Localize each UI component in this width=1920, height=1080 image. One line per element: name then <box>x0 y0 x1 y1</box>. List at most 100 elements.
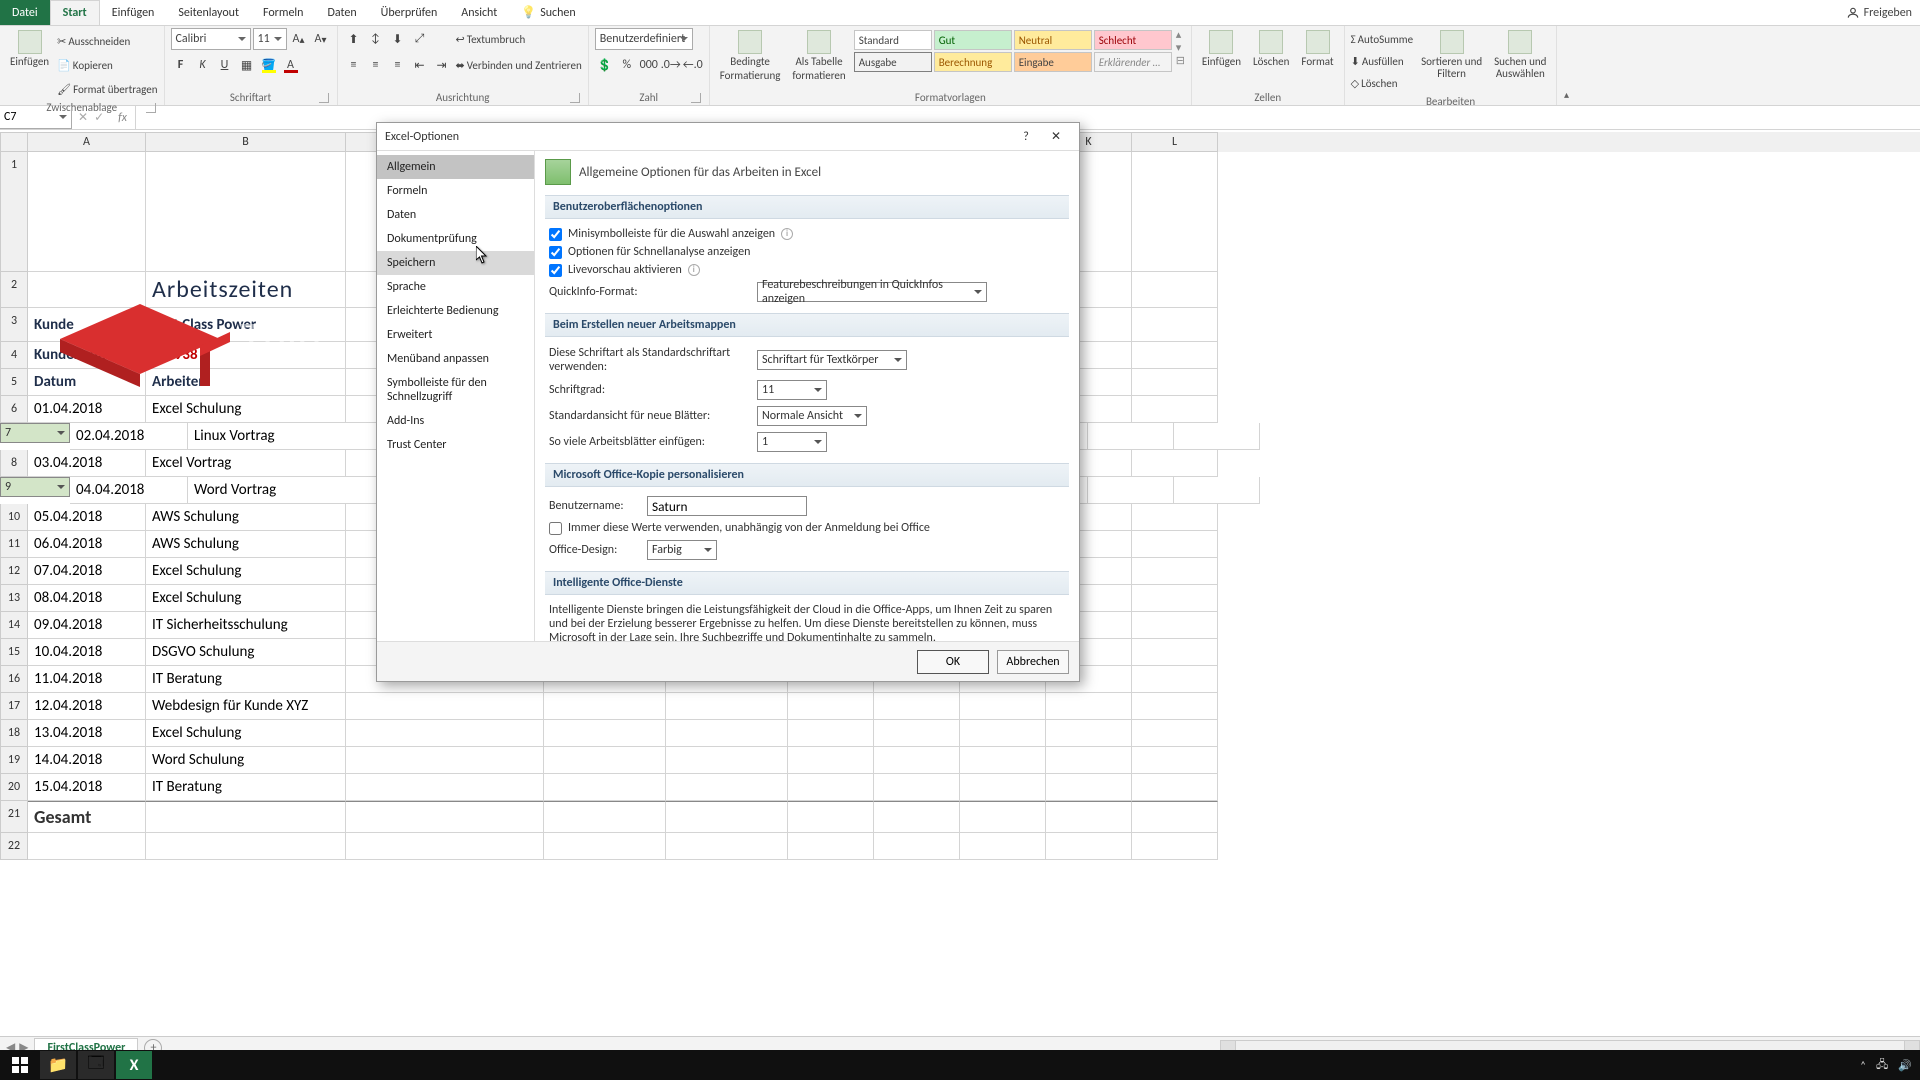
cond-format-button[interactable]: BedingteFormatierung <box>716 28 785 84</box>
system-tray[interactable]: ˄ 🖧 🔊 <box>1860 1056 1918 1075</box>
start-button[interactable] <box>2 1051 38 1079</box>
italic-button[interactable]: K <box>193 55 213 75</box>
col-A[interactable]: A <box>28 132 146 152</box>
cell[interactable] <box>544 833 666 860</box>
copy-button[interactable]: 📄 Kopieren <box>57 54 157 76</box>
options-category-item[interactable]: Sprache <box>377 275 534 299</box>
cb-lp-label[interactable]: Livevorschau aktivieren <box>568 263 682 277</box>
fill-color-button[interactable]: 🪣 <box>259 55 279 75</box>
cell[interactable]: 11.04.2018 <box>28 666 146 693</box>
fill-button[interactable]: ⬇ Ausfüllen <box>1351 50 1413 72</box>
align-right-button[interactable]: ≡ <box>388 55 408 75</box>
cell[interactable] <box>544 774 666 801</box>
cell[interactable]: IT Beratung <box>146 774 346 801</box>
cb-always-label[interactable]: Immer diese Werte verwenden, unabhängig … <box>568 521 930 535</box>
merge-button[interactable]: ⬌ Verbinden und Zentrieren <box>456 54 582 76</box>
cb-livepreview[interactable] <box>549 264 562 277</box>
cell[interactable] <box>1088 477 1174 504</box>
delete-cells-button[interactable]: Löschen <box>1249 28 1293 70</box>
align-left-button[interactable]: ≡ <box>344 55 364 75</box>
cell[interactable]: Kundennummer <box>28 342 146 369</box>
cell[interactable] <box>346 774 544 801</box>
cell[interactable] <box>874 801 960 833</box>
cell-style-item[interactable]: Eingabe <box>1014 52 1092 72</box>
cell[interactable] <box>1046 693 1132 720</box>
cell[interactable] <box>874 693 960 720</box>
col-B[interactable]: B <box>146 132 346 152</box>
format-cells-button[interactable]: Format <box>1297 28 1337 70</box>
cell[interactable] <box>1132 747 1218 774</box>
dialog-titlebar[interactable]: Excel-Optionen ? ✕ <box>377 123 1079 151</box>
name-box[interactable]: C7 <box>0 106 72 129</box>
cell[interactable] <box>1174 477 1260 504</box>
find-select-button[interactable]: Suchen und Auswählen <box>1490 28 1550 82</box>
painter-button[interactable]: 🖌 Format übertragen <box>57 78 157 100</box>
cell[interactable] <box>1132 639 1218 666</box>
cell[interactable] <box>346 720 544 747</box>
default-font-select[interactable]: Schriftart für Textkörper <box>757 350 907 370</box>
cell[interactable] <box>960 720 1046 747</box>
cell[interactable] <box>1132 342 1218 369</box>
gallery-up-icon[interactable]: ▴ <box>1176 28 1185 41</box>
cell[interactable] <box>788 833 874 860</box>
ok-button[interactable]: OK <box>917 650 989 674</box>
options-category-item[interactable]: Dokumentprüfung <box>377 227 534 251</box>
underline-button[interactable]: U <box>215 55 235 75</box>
cell[interactable] <box>1132 585 1218 612</box>
options-category-item[interactable]: Formeln <box>377 179 534 203</box>
cell[interactable] <box>666 774 788 801</box>
cell[interactable] <box>788 747 874 774</box>
launcher-icon[interactable] <box>570 93 580 103</box>
tray-network-icon[interactable]: 🖧 <box>1876 1056 1888 1075</box>
cell[interactable] <box>1088 423 1174 450</box>
autosum-button[interactable]: Σ AutoSumme <box>1351 28 1413 50</box>
cell[interactable] <box>28 152 146 272</box>
shrink-font-button[interactable]: A▾ <box>311 29 331 49</box>
options-category-item[interactable]: Speichern <box>377 251 534 275</box>
cell[interactable]: Webdesign für Kunde XYZ <box>146 693 346 720</box>
options-category-item[interactable]: Erleichterte Bedienung <box>377 299 534 323</box>
cell[interactable] <box>874 747 960 774</box>
tray-sound-icon[interactable]: 🔊 <box>1898 1059 1912 1072</box>
cell[interactable]: 10.04.2018 <box>28 639 146 666</box>
cell[interactable] <box>1174 423 1260 450</box>
cell[interactable] <box>1132 612 1218 639</box>
cell[interactable] <box>1132 369 1218 396</box>
cell[interactable] <box>874 720 960 747</box>
cell[interactable] <box>28 272 146 308</box>
cut-button[interactable]: ✂ Ausschneiden <box>57 30 157 52</box>
cell[interactable]: Word Schulung <box>146 747 346 774</box>
cell[interactable]: Gesamt <box>28 801 146 833</box>
cell[interactable] <box>788 774 874 801</box>
cell[interactable]: IT Beratung <box>146 666 346 693</box>
wrap-button[interactable]: ↩ Textumbruch <box>456 28 582 50</box>
cell[interactable] <box>346 801 544 833</box>
cell-style-item[interactable]: Gut <box>934 30 1012 50</box>
cell[interactable]: 14.04.2018 <box>28 747 146 774</box>
sort-filter-button[interactable]: Sortieren und Filtern <box>1417 28 1486 82</box>
dec-decimal-button[interactable]: ←.0 <box>683 55 703 75</box>
quickinfo-select[interactable]: Featurebeschreibungen in QuickInfos anze… <box>757 282 987 302</box>
insert-cells-button[interactable]: Einfügen <box>1198 28 1245 70</box>
launcher-icon[interactable] <box>319 93 329 103</box>
help-button[interactable]: ? <box>1011 126 1041 148</box>
cell[interactable]: Datum <box>28 369 146 396</box>
cell[interactable] <box>666 747 788 774</box>
indent-dec-button[interactable]: ⇤ <box>410 55 430 75</box>
cell[interactable] <box>1046 833 1132 860</box>
cell-style-item[interactable]: Berechnung <box>934 52 1012 72</box>
cell[interactable]: Excel Schulung <box>146 585 346 612</box>
design-select[interactable]: Farbig <box>647 540 717 560</box>
taskbar-explorer[interactable]: 📁 <box>40 1051 76 1079</box>
cell[interactable] <box>1046 774 1132 801</box>
tab-start[interactable]: Start <box>50 0 100 25</box>
tab-layout[interactable]: Seitenlayout <box>166 0 251 25</box>
cell-style-item[interactable]: Standard <box>854 30 932 50</box>
cell[interactable] <box>1132 833 1218 860</box>
cell[interactable]: Linux Vortrag <box>188 423 388 450</box>
cell[interactable] <box>146 833 346 860</box>
cell[interactable]: 03.04.2018 <box>28 450 146 477</box>
cell[interactable] <box>544 720 666 747</box>
collapse-ribbon-button[interactable] <box>1557 26 1575 105</box>
cell[interactable]: Arbeitszeiten <box>146 272 346 308</box>
